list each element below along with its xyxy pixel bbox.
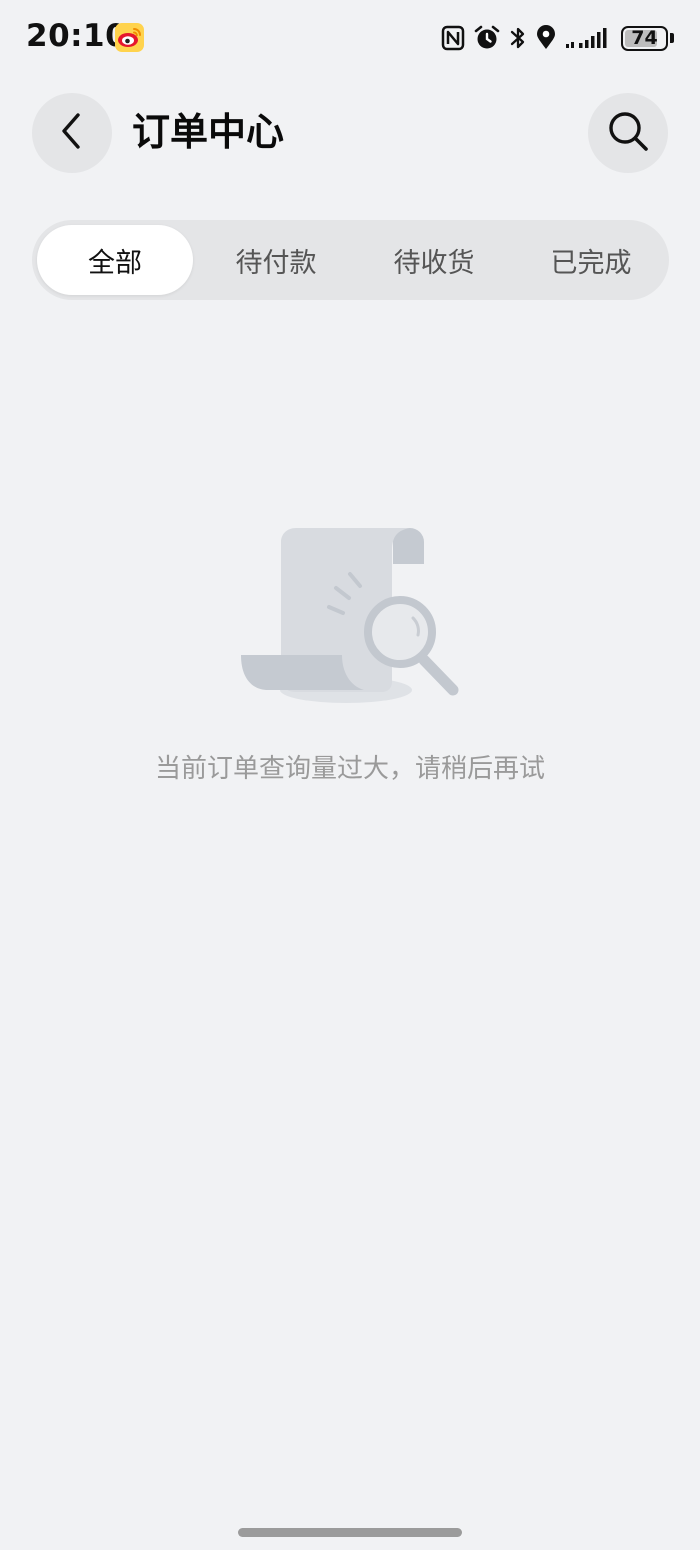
status-icons: 74 [441, 22, 674, 54]
battery-cap [670, 33, 674, 43]
back-button[interactable] [32, 93, 112, 173]
empty-state-message: 当前订单查询量过大，请稍后再试 [154, 754, 545, 784]
weibo-icon [115, 23, 144, 52]
search-button[interactable] [588, 93, 668, 173]
tab-pending-payment[interactable]: 待付款 [197, 220, 355, 300]
status-time: 20:10 [26, 18, 128, 54]
nfc-icon [441, 25, 465, 51]
order-center-screen: 20:10 74 订单中心 全部 待付款 待收货 已完成 当前订单查询量过大，请… [0, 0, 700, 1550]
status-bar: 20:10 74 [0, 0, 700, 75]
location-icon [535, 25, 557, 51]
signal-icon [565, 26, 609, 50]
alarm-icon [473, 24, 501, 52]
page-title: 订单中心 [132, 110, 285, 154]
tab-completed[interactable]: 已完成 [513, 220, 669, 300]
tab-pending-receipt[interactable]: 待收货 [355, 220, 513, 300]
home-indicator[interactable] [238, 1528, 462, 1537]
tab-all[interactable]: 全部 [37, 225, 193, 295]
document-search-icon [238, 520, 464, 708]
chevron-left-icon [57, 111, 87, 155]
battery-icon: 74 [621, 25, 668, 51]
bluetooth-icon [509, 25, 527, 51]
search-icon [606, 109, 650, 157]
order-tab-bar: 全部 待付款 待收货 已完成 [32, 220, 669, 300]
battery-level: 74 [631, 26, 658, 49]
